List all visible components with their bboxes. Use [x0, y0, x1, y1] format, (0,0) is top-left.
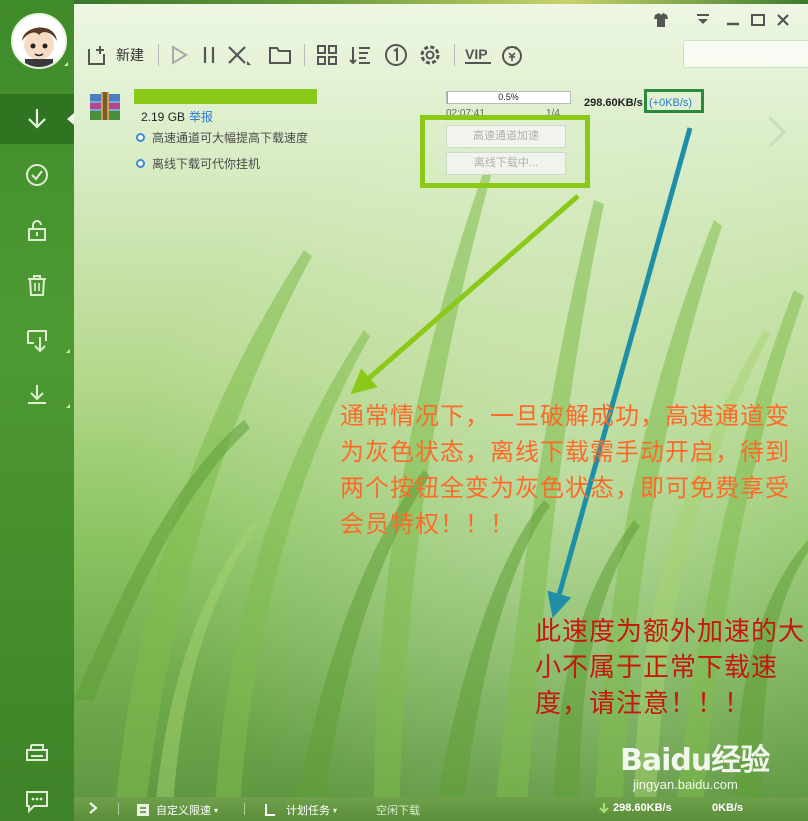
arrow-down-icon — [599, 803, 609, 814]
scheduled-task-label: 计划任务 — [286, 805, 330, 817]
app-window: 新建 VIP 2.19 GB 举报 高速通道可大幅提高下载速度 离线下载可代你挂… — [0, 0, 808, 821]
status-divider — [244, 803, 245, 815]
speed-limit-icon — [137, 804, 149, 816]
chevron-right-icon — [89, 802, 98, 814]
up-speed-value: 0KB/s — [712, 802, 744, 814]
watermark-brand: Baidu经验 — [620, 743, 770, 778]
up-speed-status: 0KB/s — [712, 802, 743, 814]
schedule-icon — [265, 804, 275, 816]
speed-limit-button[interactable]: 自定义限速 ▾ — [136, 802, 218, 818]
down-speed-status: 298.60KB/s — [599, 802, 672, 814]
caret-down-icon: ▾ — [214, 805, 219, 815]
down-speed-value: 298.60KB/s — [613, 802, 672, 814]
annotation-note-speed: 此速度为额外加速的大小不属于正常下载速度，请注意！！！ — [535, 617, 806, 719]
expand-button[interactable] — [88, 802, 98, 814]
watermark-url: jingyan.baidu.com — [633, 777, 738, 792]
caret-down-icon: ▾ — [333, 805, 338, 815]
watermark: Baidu经验 jingyan.baidu.com — [620, 735, 770, 792]
status-bar: 自定义限速 ▾ 计划任务 ▾ 空闲下载 298.60KB/s 0KB/s — [74, 797, 808, 821]
idle-download-button[interactable]: 空闲下载 — [376, 802, 420, 818]
status-divider — [118, 803, 119, 815]
arrow-to-buttons — [350, 194, 580, 395]
scheduled-task-button[interactable]: 计划任务 ▾ — [264, 802, 337, 818]
speed-limit-label: 自定义限速 — [156, 805, 211, 817]
annotation-note-buttons: 通常情况下，一旦破解成功，高速通道变为灰色状态，离线下载需手动开启，待到两个按钮… — [340, 402, 790, 538]
